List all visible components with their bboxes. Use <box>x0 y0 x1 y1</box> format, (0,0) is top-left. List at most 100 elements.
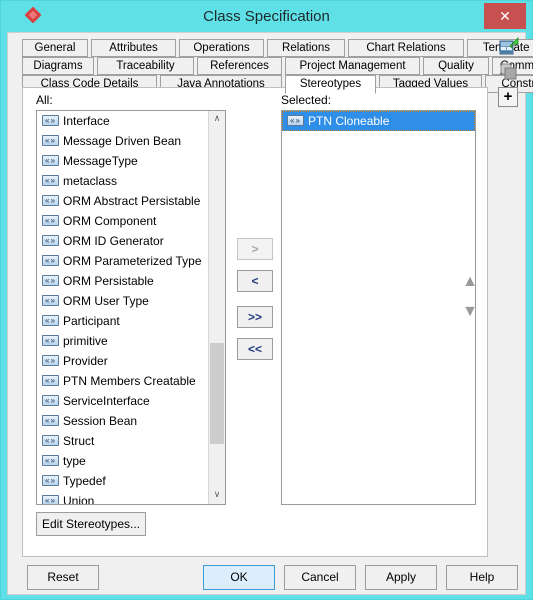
list-item[interactable]: «» ORM User Type <box>37 291 209 311</box>
title-bar: Class Specification ✕ <box>1 1 532 32</box>
list-item[interactable]: «» Interface <box>37 111 209 131</box>
tab-chart-relations[interactable]: Chart Relations <box>348 39 464 57</box>
list-item[interactable]: «» ORM Abstract Persistable <box>37 191 209 211</box>
list-item[interactable]: «» metaclass <box>37 171 209 191</box>
stereotype-guillemet-icon: «» <box>42 215 59 226</box>
stereotype-guillemet-icon: «» <box>42 335 59 346</box>
list-item-label: ORM ID Generator <box>63 234 164 248</box>
selected-list-label: Selected: <box>281 93 332 107</box>
list-item-label: Participant <box>63 314 120 328</box>
stereotype-guillemet-icon: «» <box>42 495 59 504</box>
close-icon[interactable]: ✕ <box>484 3 526 29</box>
stereotype-guillemet-icon: «» <box>42 195 59 206</box>
list-item-label: MessageType <box>63 154 138 168</box>
list-item-label: Provider <box>63 354 108 368</box>
move-all-right-button[interactable]: >> <box>237 306 273 328</box>
stereotypes-panel: All: Selected: «» Interface «» Message Driv… <box>22 87 488 557</box>
all-list-scrollbar[interactable]: ∧ ∨ <box>208 111 225 504</box>
stereotype-guillemet-icon: «» <box>42 455 59 466</box>
list-item-label: Typedef <box>63 474 106 488</box>
list-item[interactable]: «» MessageType <box>37 151 209 171</box>
list-item-label: Interface <box>63 114 110 128</box>
list-item[interactable]: «» ORM Component <box>37 211 209 231</box>
scrollbar-thumb[interactable] <box>210 343 224 444</box>
help-button[interactable]: Help <box>446 565 518 590</box>
list-item[interactable]: «» ServiceInterface <box>37 391 209 411</box>
stereotype-guillemet-icon: «» <box>42 475 59 486</box>
selected-list-item-label: PTN Cloneable <box>308 114 390 128</box>
selected-stereotypes-list[interactable]: «» PTN Cloneable <box>281 110 476 505</box>
tab-references[interactable]: References <box>197 57 282 75</box>
list-item[interactable]: «» Provider <box>37 351 209 371</box>
add-icon[interactable]: + <box>498 87 518 107</box>
tab-attributes[interactable]: Attributes <box>91 39 176 57</box>
scroll-up-icon[interactable]: ∧ <box>209 111 225 128</box>
stereotype-guillemet-icon: «» <box>42 135 59 146</box>
reset-button[interactable]: Reset <box>27 565 99 590</box>
move-right-button[interactable]: > <box>237 238 273 260</box>
dialog-client-area: General Attributes Operations Relations Char… <box>7 32 533 595</box>
tab-general[interactable]: General <box>22 39 88 57</box>
list-item-label: Struct <box>63 434 95 448</box>
stereotype-guillemet-icon: «» <box>42 415 59 426</box>
side-toolbar: + <box>494 37 524 117</box>
all-list-label: All: <box>36 93 53 107</box>
stereotype-guillemet-icon: «» <box>42 235 59 246</box>
dialog-footer: Reset OK Cancel Apply Help <box>8 561 525 595</box>
apply-button[interactable]: Apply <box>365 565 437 590</box>
tab-diagrams[interactable]: Diagrams <box>22 57 94 75</box>
list-item[interactable]: «» Session Bean <box>37 411 209 431</box>
tab-quality[interactable]: Quality <box>423 57 489 75</box>
copy-specification-icon[interactable] <box>498 61 520 83</box>
stereotype-guillemet-icon: «» <box>42 375 59 386</box>
tab-stereotypes[interactable]: Stereotypes <box>285 75 376 94</box>
list-item[interactable]: «» PTN Members Creatable <box>37 371 209 391</box>
all-stereotypes-list-items: «» Interface «» Message Driven Bean «» Messag… <box>37 111 209 504</box>
list-item[interactable]: «» ORM ID Generator <box>37 231 209 251</box>
list-item-label: Union <box>63 494 95 504</box>
move-all-left-button[interactable]: << <box>237 338 273 360</box>
stereotype-guillemet-icon: «» <box>42 155 59 166</box>
list-item[interactable]: «» Participant <box>37 311 209 331</box>
list-item-label: primitive <box>63 334 108 348</box>
window-title: Class Specification <box>203 8 330 25</box>
list-item-label: Session Bean <box>63 414 138 428</box>
list-item[interactable]: «» Typedef <box>37 471 209 491</box>
stereotype-guillemet-icon: «» <box>42 255 59 266</box>
list-item[interactable]: «» Struct <box>37 431 209 451</box>
tab-relations[interactable]: Relations <box>267 39 345 57</box>
list-item-label: PTN Members Creatable <box>63 374 196 388</box>
stereotype-guillemet-icon: «» <box>42 295 59 306</box>
all-stereotypes-list[interactable]: «» Interface «» Message Driven Bean «» Messag… <box>36 110 226 505</box>
move-up-icon[interactable]: ▲ <box>459 274 481 292</box>
selected-list-item[interactable]: «» PTN Cloneable <box>282 111 475 131</box>
move-left-button[interactable]: < <box>237 270 273 292</box>
stereotype-guillemet-icon: «» <box>42 115 59 126</box>
list-item-label: ServiceInterface <box>63 394 150 408</box>
stereotype-guillemet-icon: «» <box>42 175 59 186</box>
list-item[interactable]: «» Message Driven Bean <box>37 131 209 151</box>
scroll-down-icon[interactable]: ∨ <box>209 487 225 504</box>
list-item-label: metaclass <box>63 174 118 188</box>
list-item[interactable]: «» ORM Parameterized Type <box>37 251 209 271</box>
stereotype-guillemet-icon: «» <box>42 275 59 286</box>
tab-project-management[interactable]: Project Management <box>285 57 420 75</box>
list-item-label: ORM Abstract Persistable <box>63 194 201 208</box>
list-item-label: ORM Parameterized Type <box>63 254 202 268</box>
list-item[interactable]: «» Union <box>37 491 209 504</box>
tab-operations[interactable]: Operations <box>179 39 264 57</box>
list-item[interactable]: «» type <box>37 451 209 471</box>
list-item[interactable]: «» ORM Persistable <box>37 271 209 291</box>
edit-stereotypes-button[interactable]: Edit Stereotypes... <box>36 512 146 536</box>
stereotype-guillemet-icon: «» <box>42 435 59 446</box>
tab-traceability[interactable]: Traceability <box>97 57 194 75</box>
list-item[interactable]: «» primitive <box>37 331 209 351</box>
new-specification-icon[interactable] <box>498 37 520 59</box>
class-specification-dialog: Class Specification ✕ General Attributes O… <box>0 0 533 600</box>
cancel-button[interactable]: Cancel <box>284 565 356 590</box>
ok-button[interactable]: OK <box>203 565 275 590</box>
stereotype-guillemet-icon: «» <box>287 115 304 126</box>
move-down-icon[interactable]: ▼ <box>459 304 481 322</box>
list-item-label: Message Driven Bean <box>63 134 182 148</box>
list-item-label: type <box>63 454 86 468</box>
